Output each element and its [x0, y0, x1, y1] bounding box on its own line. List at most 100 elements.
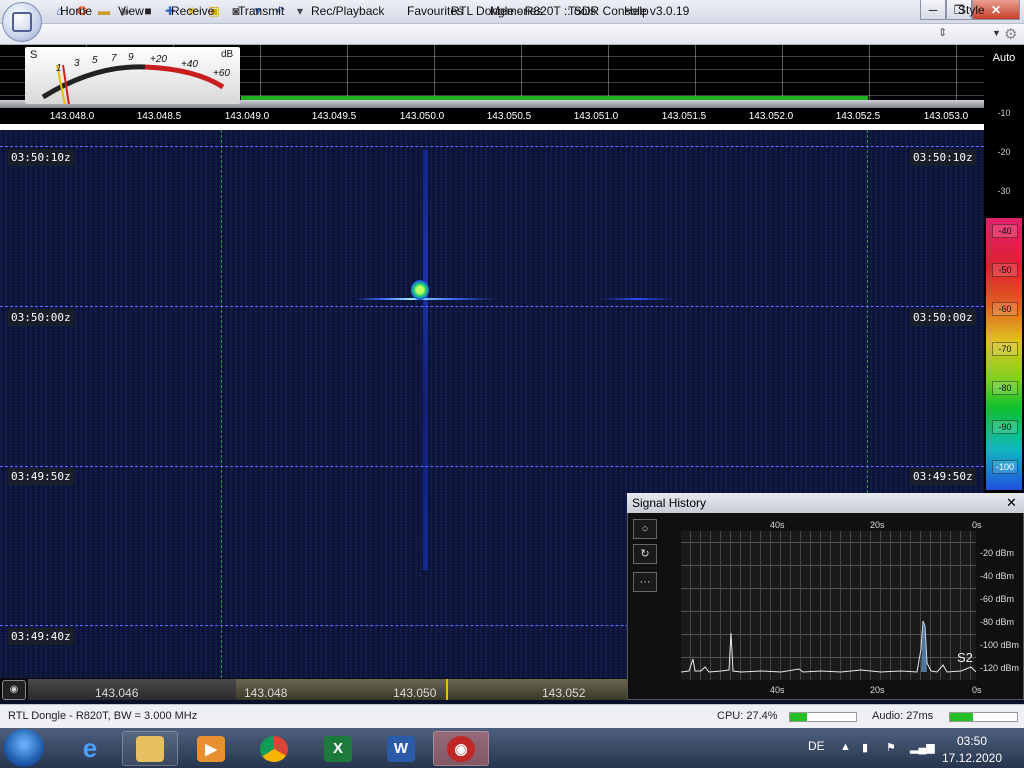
passband-left-edge — [221, 130, 222, 678]
record-button[interactable]: ○ — [633, 519, 657, 539]
tab-favourites[interactable]: Favourites — [407, 4, 463, 18]
freq-tick-label: 143.049.5 — [311, 111, 357, 122]
time-label-left: 03:49:50z — [8, 468, 74, 485]
s-unit-reading: S2 — [957, 650, 973, 665]
s-meter-db-label: dB — [221, 49, 234, 60]
s-meter-scale-label: 3 — [74, 58, 80, 69]
db-tick-label: -20 — [997, 147, 1011, 157]
freq-tick-label: 143.052.5 — [835, 111, 881, 122]
time-marker-line — [0, 146, 984, 147]
time-label-right: 03:50:00z — [910, 309, 976, 326]
freq-tick-label: 143.053.0 — [923, 111, 969, 122]
tab-home[interactable]: Home — [60, 4, 92, 18]
s-meter-s-label: S — [30, 49, 38, 61]
signal-history-close-icon[interactable]: ✕ — [1006, 495, 1017, 511]
chrome-icon[interactable] — [256, 731, 292, 766]
ribbon-tabs — [0, 24, 1024, 45]
s-meter: S dB 1 3 5 7 9 +20 +40 +60 — [25, 47, 240, 104]
time-label-left: 03:49:40z — [8, 628, 74, 645]
show-hidden-icons[interactable]: ▲ — [840, 741, 851, 753]
cpu-usage-bar — [789, 712, 857, 722]
tab-transmit[interactable]: Transmit — [238, 4, 284, 18]
style-menu[interactable]: Style — [958, 3, 985, 17]
signal-history-title: Signal History — [627, 493, 1024, 513]
auto-level-button[interactable]: Auto — [986, 52, 1022, 64]
freq-tick-label: 143.048.5 — [136, 111, 182, 122]
time-label-left: 03:50:00z — [8, 309, 74, 326]
color-scale-label: -90 — [992, 420, 1018, 434]
freq-tick-label: 143.051.0 — [573, 111, 619, 122]
more-options-button[interactable]: ··· — [633, 572, 657, 592]
s-meter-scale-label: 9 — [128, 52, 134, 63]
app-window: ⌂ ✪ ▬ ▶ ■ ✚ ★ ▣ ◙ ▼ ↶ ▾ RTL Dongle - R82… — [0, 0, 1024, 768]
y-axis-label: -20 dBm — [980, 548, 1015, 558]
customize-quick-access-icon[interactable]: ▾ — [292, 3, 308, 19]
clock-time[interactable]: 03:50 — [950, 734, 994, 748]
x-axis-label: 20s — [870, 520, 885, 530]
cpu-usage-label: CPU: 27.4% — [717, 710, 778, 722]
y-axis-label: -40 dBm — [980, 571, 1015, 581]
folder-icon[interactable]: ▬ — [96, 3, 112, 19]
color-scale-label: -60 — [992, 302, 1018, 316]
x-axis-label: 0s — [972, 685, 982, 695]
language-indicator[interactable]: DE — [808, 739, 825, 753]
s-meter-scale-label: +60 — [213, 68, 230, 79]
application-menu-button[interactable] — [2, 2, 42, 42]
s-meter-scale-label: 5 — [92, 55, 98, 66]
tab-view[interactable]: View — [118, 4, 144, 18]
network-icon[interactable]: ⚑ — [886, 741, 896, 754]
tab-receive[interactable]: Receive — [171, 4, 214, 18]
audio-latency-label: Audio: 27ms — [872, 710, 934, 722]
s-meter-scale-label: +40 — [181, 59, 198, 70]
color-scale-label: -40 — [992, 224, 1018, 238]
media-player-icon[interactable]: ▶ — [193, 731, 229, 766]
tuning-marker[interactable] — [446, 679, 448, 700]
excel-icon[interactable]: X — [320, 731, 356, 766]
y-axis-label: -100 dBm — [980, 640, 1020, 650]
reset-button[interactable]: ↻ — [633, 544, 657, 564]
s-meter-scale-label: 1 — [56, 63, 62, 74]
clock-date[interactable]: 17.12.2020 — [940, 751, 1004, 765]
tab-memories[interactable]: Memories — [490, 4, 543, 18]
device-icon[interactable]: ▮ — [862, 741, 868, 754]
tuning-scroll-icon[interactable]: ◉ — [2, 680, 26, 700]
x-axis-label: 40s — [770, 520, 785, 530]
word-icon[interactable]: W — [383, 731, 419, 766]
tuning-freq-label: 143.050 — [393, 686, 437, 700]
time-label-right: 03:49:50z — [910, 468, 976, 485]
sdr-console-icon[interactable]: ◉ — [433, 731, 489, 766]
start-button[interactable] — [4, 729, 44, 767]
updown-icon[interactable]: ⇕ — [938, 26, 947, 39]
minimize-button[interactable]: ─ — [920, 0, 946, 20]
freq-tick-label: 143.050.5 — [486, 111, 532, 122]
gear-icon[interactable]: ⚙ — [1004, 25, 1017, 43]
tab-tools[interactable]: Tools — [568, 4, 596, 18]
signal-burst — [411, 280, 429, 300]
color-scale-label: -50 — [992, 263, 1018, 277]
freq-tick-label: 143.050.0 — [399, 111, 445, 122]
tab-help[interactable]: Help — [624, 4, 649, 18]
tuning-freq-label: 143.052 — [542, 686, 586, 700]
tuning-freq-label: 143.048 — [244, 686, 288, 700]
freq-tick-label: 143.051.5 — [661, 111, 707, 122]
db-tick-label: -10 — [997, 108, 1011, 118]
signal-burst-line — [600, 298, 675, 300]
freq-tick-label: 143.048.0 — [49, 111, 95, 122]
color-scale-label: -100 — [992, 460, 1018, 474]
file-explorer-icon[interactable] — [122, 731, 178, 766]
tab-rec-playback[interactable]: Rec/Playback — [311, 4, 384, 18]
y-axis-label: -80 dBm — [980, 617, 1015, 627]
color-scale-label: -70 — [992, 342, 1018, 356]
s-meter-scale-label: 7 — [111, 53, 117, 64]
time-label-right: 03:50:10z — [910, 149, 976, 166]
x-axis-label: 20s — [870, 685, 885, 695]
internet-explorer-icon[interactable]: e — [72, 731, 108, 766]
time-label-left: 03:50:10z — [8, 149, 74, 166]
time-marker-line — [0, 466, 984, 467]
chevron-down-icon: ▼ — [992, 28, 1001, 38]
color-scale-label: -80 — [992, 381, 1018, 395]
audio-level-bar — [949, 712, 1018, 722]
tuning-freq-label: 143.046 — [95, 686, 139, 700]
y-axis-label: -120 dBm — [980, 663, 1020, 673]
signal-strength-icon[interactable]: ▂▄▆ — [910, 741, 935, 754]
